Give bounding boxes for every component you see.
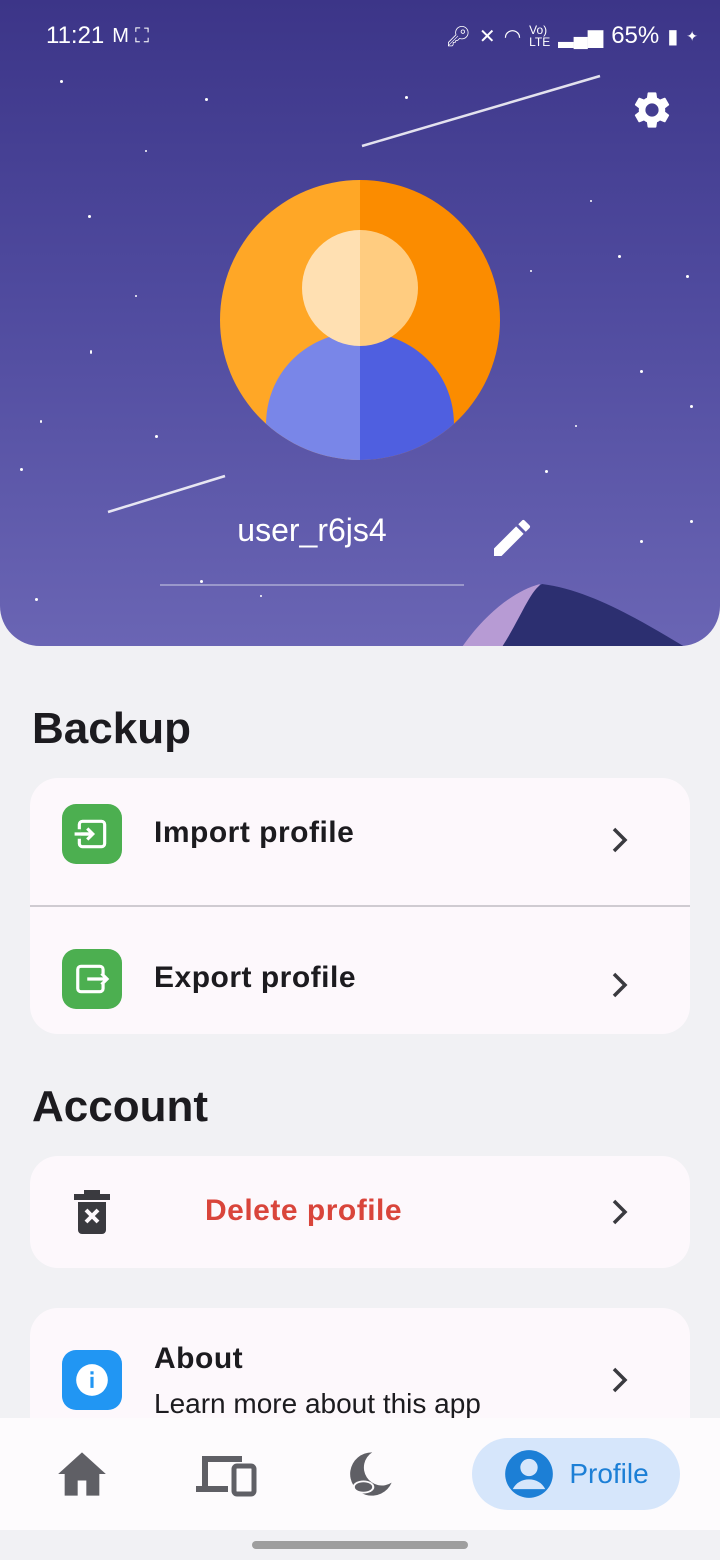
username-underline xyxy=(160,584,464,586)
import-icon xyxy=(62,804,122,864)
status-time: 11:21 xyxy=(46,22,105,49)
sleep-icon xyxy=(350,1452,392,1496)
nav-profile[interactable]: Profile xyxy=(472,1438,680,1510)
nav-devices[interactable] xyxy=(186,1438,266,1510)
section-title-backup: Backup xyxy=(32,704,191,753)
account-card: Delete profile xyxy=(30,1156,690,1268)
notification-dot-icon: ✦ xyxy=(686,27,698,44)
import-profile-label: Import profile xyxy=(154,816,355,849)
gear-icon xyxy=(634,92,670,128)
chevron-right-icon xyxy=(612,827,628,853)
chevron-right-icon xyxy=(612,972,628,998)
bottom-navigation: Profile xyxy=(0,1418,720,1530)
person-avatar-icon xyxy=(220,180,500,460)
battery-level: 65% xyxy=(611,22,660,49)
import-profile-row[interactable]: Import profile xyxy=(30,778,690,905)
volte-icon: Vo) LTE xyxy=(529,23,551,49)
wifi-icon: ◠ xyxy=(503,25,522,48)
export-profile-row[interactable]: Export profile xyxy=(30,907,690,1034)
status-left-icons: M ⛶ xyxy=(112,25,149,48)
trash-icon xyxy=(62,1182,122,1242)
edit-username-button[interactable] xyxy=(488,514,536,562)
status-bar: 11:21 M ⛶ 🔑︎ ✕ ◠ Vo) LTE ▂▄▆ 65% ▮ ✦ xyxy=(0,0,720,72)
key-icon: 🔑︎ xyxy=(445,25,471,48)
about-subtitle: Learn more about this app xyxy=(154,1388,481,1419)
export-icon xyxy=(62,949,122,1009)
username-field[interactable]: user_r6js4 xyxy=(160,512,464,549)
profile-header: 11:21 M ⛶ 🔑︎ ✕ ◠ Vo) LTE ▂▄▆ 65% ▮ ✦ use… xyxy=(0,0,720,646)
export-profile-label: Export profile xyxy=(154,961,357,994)
home-indicator[interactable] xyxy=(252,1541,468,1549)
section-title-account: Account xyxy=(32,1082,208,1131)
chevron-right-icon xyxy=(612,1367,628,1393)
about-label: About xyxy=(154,1342,244,1375)
screenshot-icon: ⛶ xyxy=(134,24,149,47)
signal-icon: ▂▄▆ xyxy=(558,25,604,48)
info-icon xyxy=(62,1350,122,1410)
pencil-icon xyxy=(494,519,531,556)
chevron-right-icon xyxy=(612,1199,628,1225)
battery-icon: ▮ xyxy=(667,25,679,48)
profile-icon xyxy=(505,1450,554,1498)
nav-sleep[interactable] xyxy=(330,1438,410,1510)
devices-icon xyxy=(196,1456,257,1497)
nav-profile-label: Profile xyxy=(569,1458,649,1489)
avatar[interactable] xyxy=(220,180,500,460)
mute-icon: ✕ xyxy=(478,25,496,48)
status-right: 🔑︎ ✕ ◠ Vo) LTE ▂▄▆ 65% ▮ ✦ xyxy=(446,22,698,50)
delete-profile-row[interactable]: Delete profile xyxy=(30,1156,690,1268)
gmail-icon: M xyxy=(112,24,129,47)
settings-button[interactable] xyxy=(626,84,678,136)
backup-card: Import profile Export profile xyxy=(30,778,690,1034)
nav-home[interactable] xyxy=(42,1438,122,1510)
home-icon xyxy=(58,1452,106,1496)
mountain-decoration xyxy=(462,584,684,646)
delete-profile-label: Delete profile xyxy=(205,1194,403,1227)
